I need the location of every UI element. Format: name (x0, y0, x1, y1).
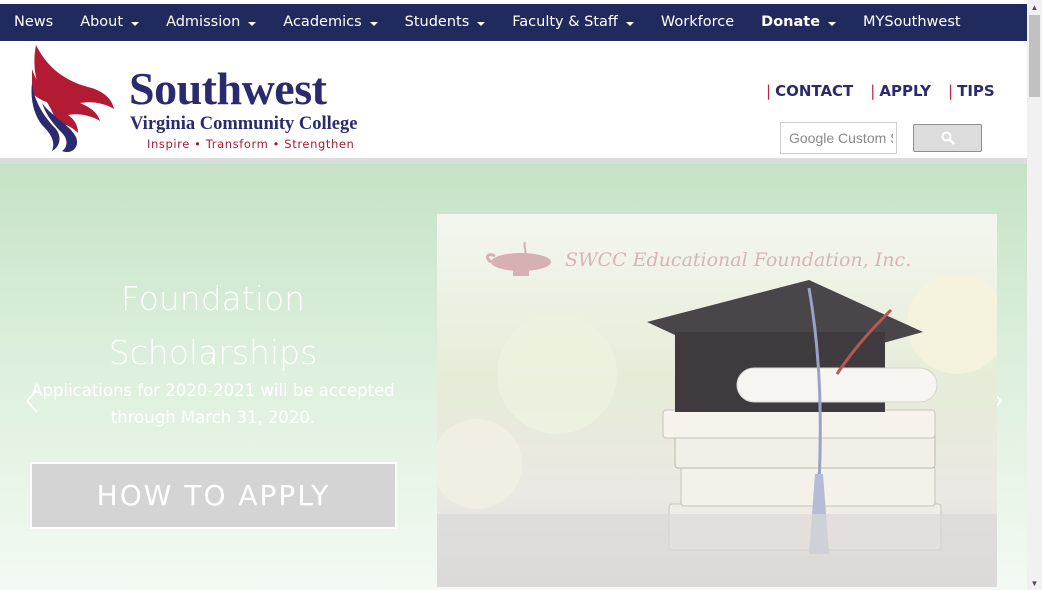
nav-item-news[interactable]: News (0, 4, 53, 41)
scroll-thumb[interactable] (1029, 15, 1040, 97)
nav-item-label: Faculty & Staff (512, 14, 618, 30)
search-icon (941, 131, 955, 145)
college-logo[interactable]: Southwest Virginia Community College Ins… (28, 43, 368, 157)
search-box (780, 122, 897, 154)
nav-item-label: Admission (166, 14, 241, 30)
search-button[interactable] (913, 124, 982, 152)
graduation-books-image: SWCC Educational Foundation, Inc. (437, 214, 997, 587)
site-header: Southwest Virginia Community College Ins… (0, 41, 1027, 159)
nav-item-label: About (80, 14, 124, 30)
page-scrollbar[interactable]: ▲ ▼ (1027, 0, 1042, 590)
hero-carousel: Foundation Scholarships Applications for… (0, 164, 1027, 590)
logo-tagline: Inspire • Transform • Strengthen (147, 137, 355, 151)
hero-image: SWCC Educational Foundation, Inc. (437, 214, 997, 587)
tips-link[interactable]: | TIPS (948, 82, 995, 100)
nav-item-label: Academics (283, 14, 362, 30)
nav-item-academics[interactable]: Academics (269, 4, 378, 41)
chevron-down-icon (131, 21, 140, 26)
hero-title: Foundation Scholarships (108, 279, 318, 372)
nav-item-about[interactable]: About (66, 4, 140, 41)
apply-link[interactable]: | APPLY (870, 82, 931, 100)
nav-item-label: MYSouthwest (863, 14, 961, 30)
eagle-logo-icon (31, 45, 114, 153)
nav-item-workforce[interactable]: Workforce (647, 4, 734, 41)
contact-link[interactable]: | CONTACT (766, 82, 853, 100)
nav-item-label: Donate (761, 14, 821, 30)
nav-item-mysouthwest[interactable]: MYSouthwest (849, 4, 961, 41)
scroll-up-arrow-icon[interactable]: ▲ (1027, 0, 1042, 14)
chevron-left-icon (25, 389, 38, 413)
how-to-apply-button[interactable]: HOW TO APPLY (30, 462, 397, 529)
hero-text: Applications for 2020-2021 will be accep… (31, 381, 395, 427)
search-input[interactable] (789, 124, 893, 152)
chevron-down-icon (625, 21, 634, 26)
chevron-down-icon (248, 21, 257, 26)
logo-subtitle: Virginia Community College (130, 114, 358, 134)
image-caption: SWCC Educational Foundation, Inc. (565, 249, 911, 271)
chevron-down-icon (477, 21, 486, 26)
nav-item-faculty-staff[interactable]: Faculty & Staff (498, 4, 634, 41)
nav-item-label: News (14, 14, 54, 30)
nav-item-label: Students (404, 14, 470, 30)
chevron-down-icon (828, 21, 837, 26)
logo-wordmark: Southwest (129, 63, 327, 114)
nav-item-admission[interactable]: Admission (152, 4, 257, 41)
chevron-down-icon (369, 21, 378, 26)
carousel-prev-button[interactable] (22, 388, 44, 414)
nav-item-donate[interactable]: Donate (747, 4, 837, 41)
top-navigation: News About Admission Academics Students Facul… (0, 4, 1027, 41)
nav-item-students[interactable]: Students (391, 4, 486, 41)
scroll-down-arrow-icon[interactable]: ▼ (1027, 576, 1042, 590)
nav-item-label: Workforce (660, 14, 735, 30)
quick-links: | CONTACT | APPLY | TIPS (766, 82, 1012, 100)
